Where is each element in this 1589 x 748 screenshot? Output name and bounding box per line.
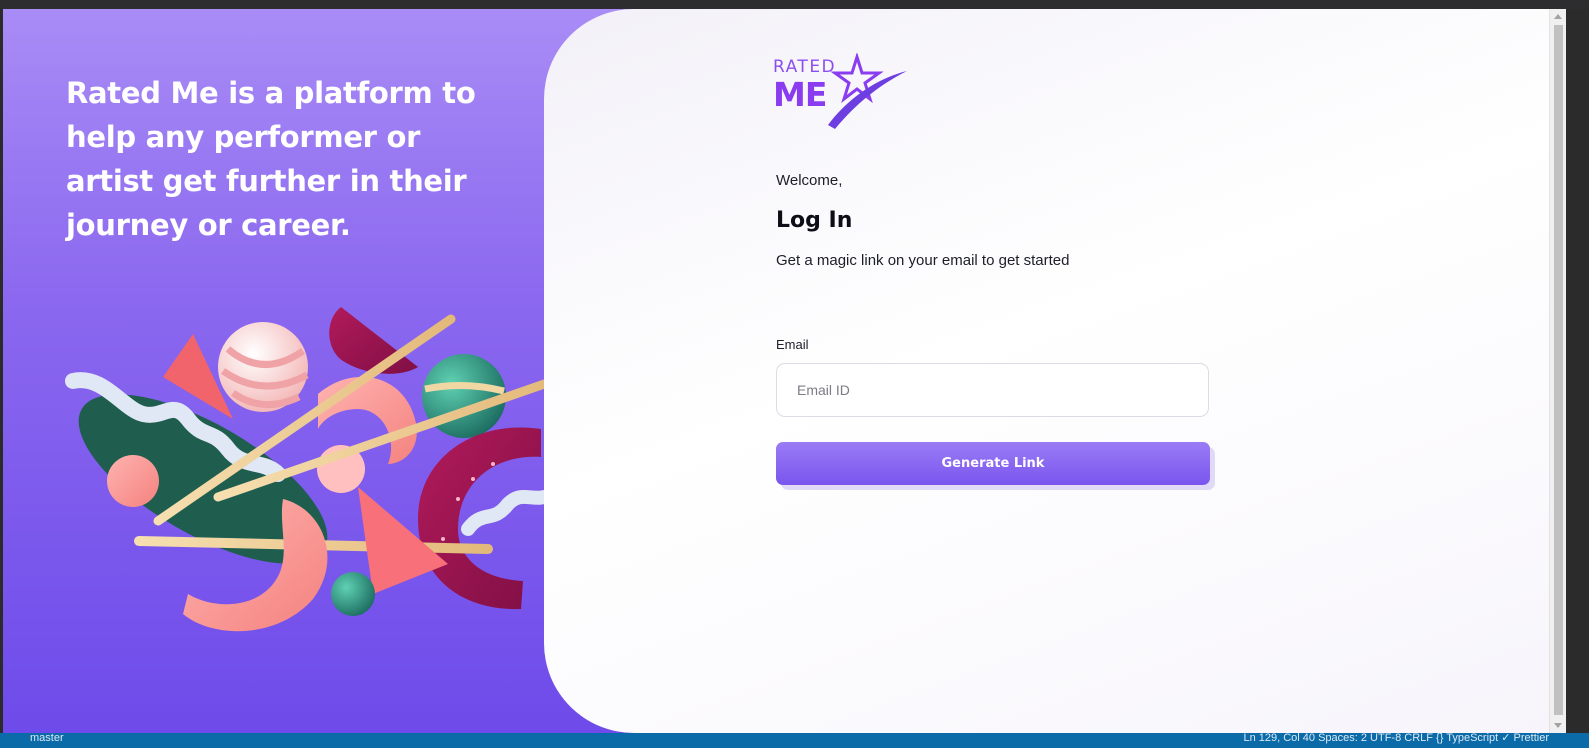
teal-ball-small — [331, 572, 375, 616]
scroll-up-icon[interactable] — [1554, 14, 1562, 19]
email-label: Email — [776, 337, 809, 352]
vertical-scrollbar[interactable] — [1549, 9, 1567, 733]
window-right-edge — [1566, 9, 1589, 733]
window-top-strip — [0, 0, 1589, 9]
login-card: RATED ME Welcome, Log In Get a magic lin… — [544, 9, 1549, 733]
editor-status-bar: master Ln 129, Col 40 Spaces: 2 UTF-8 CR… — [0, 733, 1589, 748]
pink-ball-left — [107, 455, 159, 507]
status-right-info: Ln 129, Col 40 Spaces: 2 UTF-8 CRLF {} T… — [1243, 733, 1549, 744]
scroll-down-icon[interactable] — [1554, 723, 1562, 728]
login-heading: Log In — [776, 208, 853, 233]
magenta-cone — [329, 307, 418, 374]
rated-me-logo[interactable]: RATED ME — [773, 53, 913, 133]
email-input[interactable] — [776, 363, 1209, 417]
abstract-shapes-illustration — [65, 307, 580, 632]
star-swoosh-icon — [828, 53, 907, 129]
login-subtitle: Get a magic link on your email to get st… — [776, 252, 1070, 269]
welcome-text: Welcome, — [776, 172, 843, 189]
page-viewport: Rated Me is a platform to help any perfo… — [3, 9, 1549, 733]
scrollbar-thumb[interactable] — [1554, 25, 1563, 715]
status-branch[interactable]: master — [30, 733, 64, 746]
generate-link-button[interactable]: Generate Link — [776, 442, 1210, 485]
hero-tagline: Rated Me is a platform to help any perfo… — [66, 76, 476, 242]
